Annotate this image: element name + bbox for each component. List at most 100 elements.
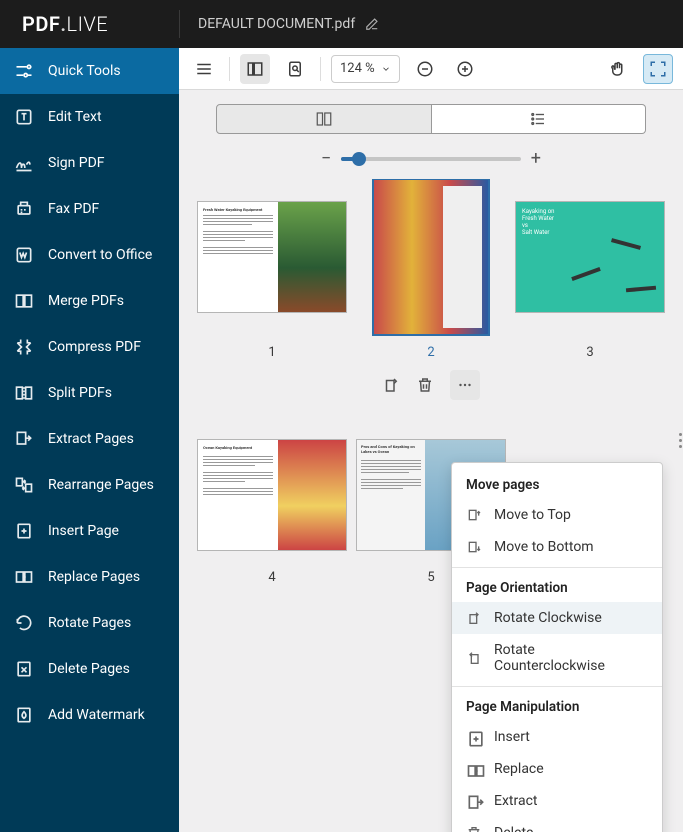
menu-separator [452,567,662,568]
menu-item-label: Extract [494,793,537,809]
page-thumbnails-icon [315,110,333,128]
rotate-cw-icon [466,610,482,626]
sidebar-item-label: Replace Pages [48,569,140,585]
sidebar-item-convert-to-office[interactable]: Convert to Office [0,232,179,278]
watermark-icon [14,705,34,725]
menu-item-move-to-bottom[interactable]: Move to Bottom [452,531,662,563]
view-mode-tabs [216,104,646,134]
menu-item-insert[interactable]: Insert [452,721,662,753]
sidebar-item-label: Compress PDF [48,339,141,355]
menu-group-title: Move pages [452,469,662,499]
document-name-wrap[interactable]: DEFAULT DOCUMENT.pdf [180,16,397,32]
menu-item-label: Replace [494,761,544,777]
sidebar-item-split-pdfs[interactable]: Split PDFs [0,370,179,416]
split-icon [14,383,34,403]
app-header: PDF.LIVE DEFAULT DOCUMENT.pdf [0,0,683,48]
sidebar-item-compress-pdf[interactable]: Compress PDF [0,324,179,370]
pan-hand-button[interactable] [603,54,633,84]
fit-page-button[interactable] [643,54,673,84]
sidebar: Quick Tools Edit Text Sign PDF Fax PDF Conve… [0,48,179,832]
menu-separator [452,686,662,687]
merge-icon [14,291,34,311]
sidebar-item-sign-pdf[interactable]: Sign PDF [0,140,179,186]
sidebar-item-merge-pdfs[interactable]: Merge PDFs [0,278,179,324]
toolbar-separator [320,57,321,81]
sliders-icon [14,61,34,81]
thumbnail-page-4[interactable]: Ocean Kayaking Equipment [197,430,347,585]
edit-text-icon [14,107,34,127]
brand-logo: PDF.LIVE [0,12,179,36]
hamburger-button[interactable] [189,54,219,84]
sidebar-item-quick-tools[interactable]: Quick Tools [0,48,179,94]
slider-track[interactable] [341,157,520,161]
sidebar-item-replace-pages[interactable]: Replace Pages [0,554,179,600]
thumbnail-image: Kayaking on Fresh Water vs Salt Water [515,201,665,313]
rename-icon[interactable] [365,17,379,31]
thumbnail-page-2[interactable]: 2 [356,179,506,400]
menu-item-rotate-clockwise[interactable]: Rotate Clockwise [452,602,662,634]
word-icon [14,245,34,265]
thumbnails-panel-button[interactable] [240,54,270,84]
menu-item-extract[interactable]: Extract [452,785,662,817]
sidebar-item-label: Convert to Office [48,247,152,263]
menu-item-delete[interactable]: Delete [452,817,662,832]
thumbnail-number: 1 [268,345,275,360]
thumbnail-page-1[interactable]: Fresh Water Kayaking Equipment [197,179,347,400]
sidebar-item-label: Insert Page [48,523,119,539]
find-in-doc-button[interactable] [280,54,310,84]
rotate-ccw-icon [466,650,482,666]
context-menu: Move pagesMove to Top Move to Bottom Page … [451,462,663,832]
menu-item-label: Move to Bottom [494,539,594,555]
zoom-out-button[interactable] [410,54,440,84]
sidebar-item-label: Fax PDF [48,201,99,217]
sidebar-item-label: Extract Pages [48,431,134,447]
slider-minus-icon[interactable]: − [321,148,331,169]
zoom-select[interactable]: 124 % [331,55,400,83]
sidebar-item-rearrange-pages[interactable]: Rearrange Pages [0,462,179,508]
sidebar-item-edit-text[interactable]: Edit Text [0,94,179,140]
thumbnail-number: 2 [427,345,434,360]
sidebar-item-label: Split PDFs [48,385,112,401]
thumbnail-page-3[interactable]: Kayaking on Fresh Water vs Salt Water 3 [515,179,665,400]
slider-thumb[interactable] [352,152,366,166]
thumbnail-number: 4 [268,570,275,585]
thumbnail-actions [382,370,480,400]
sidebar-item-add-watermark[interactable]: Add Watermark [0,692,179,738]
menu-item-replace[interactable]: Replace [452,753,662,785]
extract-icon [14,429,34,449]
rotate-page-button[interactable] [382,376,400,394]
sidebar-item-rotate-pages[interactable]: Rotate Pages [0,600,179,646]
sidebar-item-label: Quick Tools [48,63,121,79]
delete-page-button[interactable] [416,376,434,394]
sidebar-item-delete-pages[interactable]: Delete Pages [0,646,179,692]
sidebar-item-label: Rearrange Pages [48,477,154,493]
replace-icon [466,761,482,777]
chevron-down-icon [381,64,391,74]
signature-icon [14,153,34,173]
panel-resize-handle[interactable] [677,428,683,452]
more-actions-button[interactable] [450,370,480,400]
menu-item-rotate-counterclockwise[interactable]: Rotate Counterclockwise [452,634,662,682]
zoom-value: 124 % [340,61,375,76]
menu-group-title: Page Manipulation [452,691,662,721]
view-tab-outline[interactable] [432,104,647,134]
menu-item-move-to-top[interactable]: Move to Top [452,499,662,531]
rearrange-icon [14,475,34,495]
sidebar-item-label: Delete Pages [48,661,130,677]
toolbar: 124 % [179,48,683,90]
move-top-icon [466,507,482,523]
thumbnail-size-slider[interactable]: − + [321,148,541,169]
rotate-icon [14,613,34,633]
thumbnail-number: 5 [427,570,434,585]
extract-icon [466,793,482,809]
zoom-in-button[interactable] [450,54,480,84]
insert-icon [14,521,34,541]
view-tab-thumbnails[interactable] [216,104,432,134]
sidebar-item-label: Sign PDF [48,155,105,171]
sidebar-item-label: Add Watermark [48,707,145,723]
sidebar-item-insert-page[interactable]: Insert Page [0,508,179,554]
slider-plus-icon[interactable]: + [531,148,541,169]
sidebar-item-extract-pages[interactable]: Extract Pages [0,416,179,462]
compress-icon [14,337,34,357]
sidebar-item-fax-pdf[interactable]: Fax PDF [0,186,179,232]
